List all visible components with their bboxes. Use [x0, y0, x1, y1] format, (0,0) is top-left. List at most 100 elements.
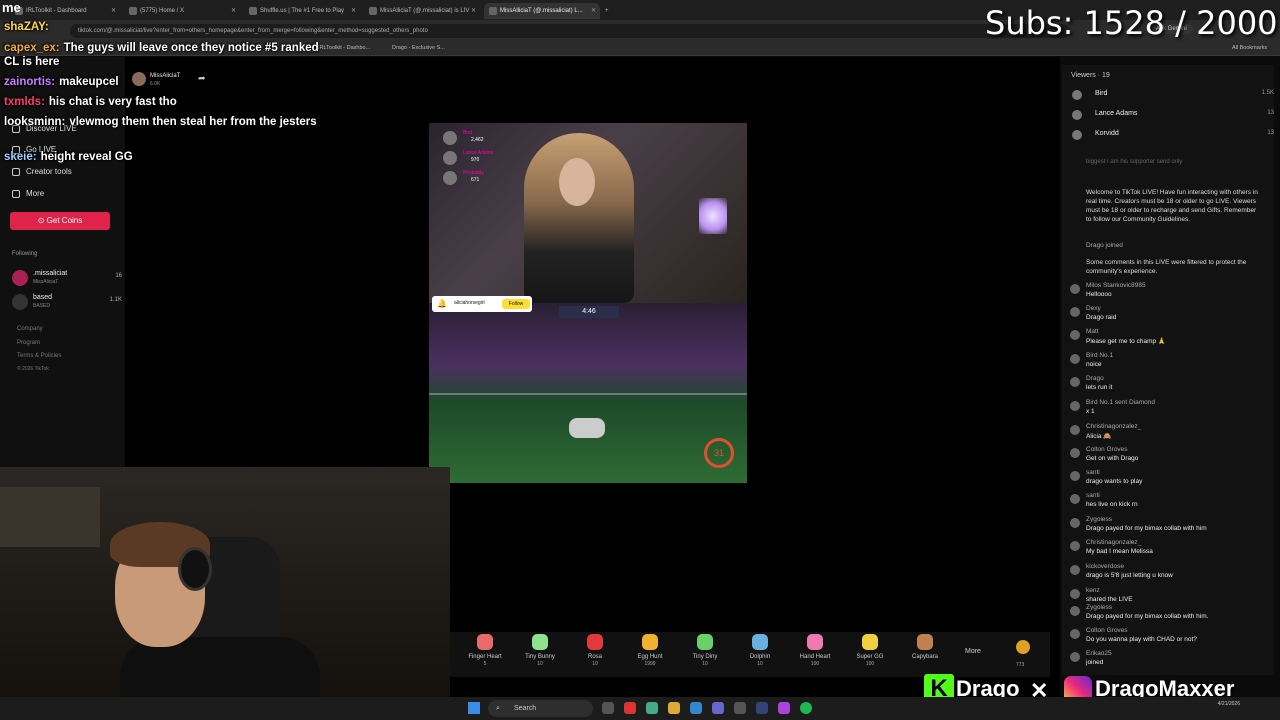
following-heading: Following — [12, 251, 38, 257]
avatar — [1072, 90, 1082, 100]
gift-item[interactable]: Finger Heart 5 — [460, 634, 510, 667]
avatar — [1070, 401, 1080, 411]
avatar — [443, 131, 457, 145]
new-tab-button[interactable]: + — [602, 3, 616, 19]
gift-item[interactable]: Tiny Diny 10 — [680, 634, 730, 667]
folder-icon[interactable] — [668, 702, 680, 714]
stream-game-feed[interactable]: 4:46 31 — [429, 303, 747, 483]
gift-item[interactable]: Hand Heart 100 — [790, 634, 840, 667]
game-car — [569, 418, 605, 438]
coin-icon — [1016, 640, 1030, 654]
streamer-webcam — [0, 467, 450, 720]
more-icon — [12, 189, 20, 198]
following-item[interactable]: .missaliciat MissAliciaT 16 — [12, 268, 122, 288]
get-coins-button[interactable]: ⊙ Get Coins — [10, 212, 110, 230]
tab-favicon-icon — [489, 7, 497, 15]
game-scoreboard: 4:46 — [559, 306, 619, 318]
follow-button[interactable]: Follow — [502, 299, 530, 309]
viewers-heading: Viewers · 19 — [1071, 72, 1110, 79]
pitch-line — [429, 393, 747, 395]
finger-heart-icon — [477, 634, 493, 650]
overlay-me-label: me — [2, 0, 21, 15]
steam-icon[interactable] — [756, 702, 768, 714]
tab-close-icon[interactable]: ✕ — [591, 3, 596, 19]
search-icon: ⌕ — [496, 705, 500, 712]
footer-link-program[interactable]: Program — [17, 340, 40, 346]
pinned-user-card[interactable]: 🔔 aliciahorsegirl Follow — [432, 296, 532, 312]
tab-close-icon[interactable]: ✕ — [471, 3, 476, 19]
footer-link-terms[interactable]: Terms & Policies — [17, 353, 61, 359]
gifts-more-button[interactable]: More — [965, 648, 981, 655]
windows-start-icon[interactable] — [468, 702, 480, 714]
avatar — [1070, 589, 1080, 599]
avatar — [443, 171, 457, 185]
chat-join-notice: Drago joined — [1086, 242, 1123, 249]
chrome-icon[interactable] — [646, 702, 658, 714]
viewer-item[interactable]: Korvidd 13 — [1072, 127, 1274, 145]
avatar — [1072, 130, 1082, 140]
tab-missaliciat-active[interactable]: MissAlliciaT (@.missaliciat) L... ✕ — [484, 3, 600, 19]
taskbar-search[interactable]: ⌕ Search — [488, 700, 593, 717]
rose-icon — [587, 634, 603, 650]
chat-welcome-notice: Welcome to TikTok LIVE! Have fun interac… — [1086, 189, 1258, 223]
dino-icon — [697, 634, 713, 650]
avatar — [1070, 606, 1080, 616]
stream-camera-feed[interactable]: Bird 2,462 Lance Adams 970 Pit.daddy 671 — [429, 123, 747, 303]
avatar — [1070, 494, 1080, 504]
avatar — [1070, 448, 1080, 458]
avatar — [1070, 284, 1080, 294]
rank-row[interactable]: Pit.daddy 671 — [431, 168, 531, 186]
avatar — [1070, 541, 1080, 551]
chat-filter-notice: Some comments in this LIVE were filtered… — [1086, 259, 1247, 275]
lamp-light — [699, 198, 727, 234]
bunny-icon — [532, 634, 548, 650]
gift-item[interactable]: Tiny Bunny 10 — [515, 634, 565, 667]
viewer-item[interactable]: Bird 1.5K — [1072, 87, 1274, 105]
app-icon[interactable] — [778, 702, 790, 714]
avatar — [1070, 354, 1080, 364]
avatar — [12, 270, 28, 286]
overlay-chat-line: zainortis: makeupcel — [4, 76, 119, 88]
overlay-chat-line: txmlds: his chat is very fast tho — [4, 96, 177, 108]
gift-item[interactable]: Egg Hunt 1999 — [625, 634, 675, 667]
gift-ranking: Bird 2,462 Lance Adams 970 Pit.daddy 671 — [431, 128, 531, 188]
avatar — [1070, 471, 1080, 481]
avatar — [1070, 518, 1080, 528]
obs-icon[interactable] — [624, 702, 636, 714]
footer-link-company[interactable]: Company — [17, 326, 43, 332]
hand-heart-icon — [807, 634, 823, 650]
egg-icon — [642, 634, 658, 650]
discord-icon[interactable] — [712, 702, 724, 714]
gift-item[interactable]: Super GG 100 — [845, 634, 895, 667]
task-view-icon[interactable] — [602, 702, 614, 714]
super-gg-icon — [862, 634, 878, 650]
chat-top-note: biggest I am his supporter send only — [1086, 159, 1183, 165]
all-bookmarks[interactable]: All Bookmarks — [1232, 45, 1267, 51]
avatar — [1070, 377, 1080, 387]
overlay-chat-line: capex_ex: The guys will leave once they n… — [4, 42, 319, 68]
telegram-icon[interactable] — [690, 702, 702, 714]
coin-icon: ⊙ — [37, 216, 47, 225]
avatar — [1072, 110, 1082, 120]
rank-row[interactable]: Bird 2,462 — [431, 128, 531, 146]
windows-taskbar: ⌕ Search 4/21/2026 — [0, 697, 1280, 720]
bell-icon: 🔔 — [437, 299, 447, 308]
gift-item[interactable]: Rosa 10 — [570, 634, 620, 667]
gift-item[interactable]: Capybara — [900, 634, 950, 661]
background-shelf — [0, 487, 100, 547]
taskbar-clock[interactable]: 4/21/2026 — [1218, 701, 1240, 707]
sidebar-item-more[interactable]: More — [12, 189, 44, 198]
coin-balance: 773 — [1016, 662, 1025, 668]
rank-row[interactable]: Lance Adams 970 — [431, 148, 531, 166]
following-item[interactable]: based BASED 1.1K — [12, 292, 122, 312]
overlay-chat-line: looksminn: vlewmog them then steal her fr… — [4, 116, 317, 128]
gift-item[interactable]: Dolphin 10 — [735, 634, 785, 667]
spotify-icon[interactable] — [800, 702, 812, 714]
avatar — [1070, 652, 1080, 662]
headphones-icon — [178, 547, 212, 591]
avatar — [12, 294, 28, 310]
boost-meter: 31 — [704, 438, 734, 468]
app-icon[interactable] — [734, 702, 746, 714]
streamer-face — [559, 158, 595, 206]
viewer-item[interactable]: Lance Adams 13 — [1072, 107, 1274, 125]
